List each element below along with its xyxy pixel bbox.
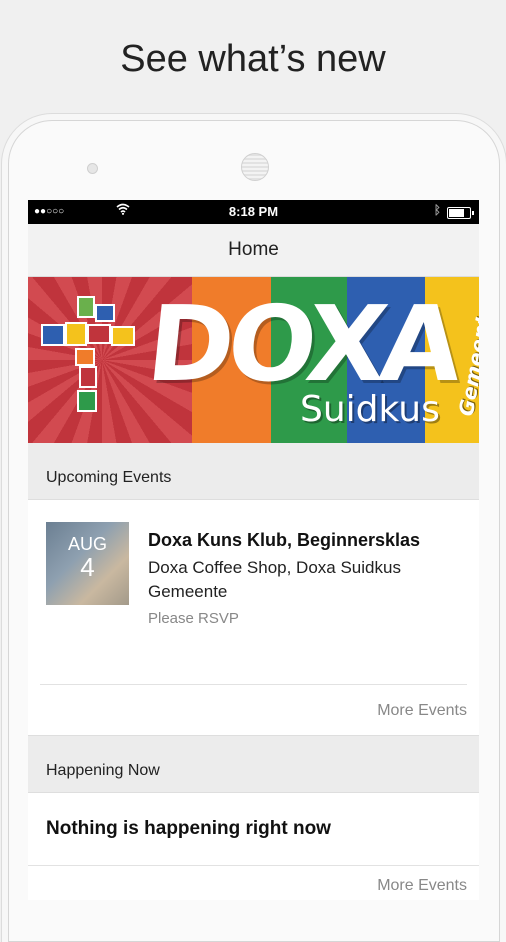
front-camera bbox=[87, 163, 98, 174]
bluetooth-icon: ᛒ bbox=[433, 203, 441, 217]
earpiece-speaker bbox=[241, 153, 269, 181]
happening-now-card: Nothing is happening right now More Even… bbox=[28, 792, 479, 900]
event-list-item[interactable]: AUG 4 Doxa Kuns Klub, Beginnersklas Doxa… bbox=[28, 500, 479, 684]
event-day: 4 bbox=[80, 552, 95, 582]
status-bar: ●●○○○ 8:18 PM ᛒ bbox=[28, 200, 479, 224]
nav-bar: Home bbox=[28, 224, 479, 277]
banner-brand: DOXA bbox=[141, 283, 463, 405]
event-thumbnail: AUG 4 bbox=[46, 522, 129, 605]
page-headline: See what’s new bbox=[120, 38, 386, 80]
status-time: 8:18 PM bbox=[228, 204, 279, 219]
mosaic-cross-icon bbox=[41, 296, 135, 412]
event-title: Doxa Kuns Klub, Beginnersklas bbox=[148, 530, 421, 550]
section-header-happening: Happening Now bbox=[28, 736, 479, 792]
section-header-upcoming: Upcoming Events bbox=[28, 443, 479, 499]
happening-empty-text: Nothing is happening right now bbox=[46, 818, 331, 839]
battery-icon bbox=[447, 207, 474, 219]
banner-subtitle: Suidkus bbox=[300, 389, 440, 430]
section-title-upcoming: Upcoming Events bbox=[46, 469, 172, 486]
event-details: Doxa Kuns Klub, Beginnersklas Doxa Coffe… bbox=[148, 522, 467, 660]
upcoming-events-card: AUG 4 Doxa Kuns Klub, Beginnersklas Doxa… bbox=[28, 499, 479, 736]
more-events-link[interactable]: More Events bbox=[28, 685, 479, 735]
event-location: Doxa Coffee Shop, Doxa Suidkus Gemeente bbox=[148, 558, 401, 601]
more-events-link-2[interactable]: More Events bbox=[28, 865, 479, 900]
event-note: Please RSVP bbox=[148, 610, 239, 627]
nav-title: Home bbox=[228, 239, 279, 260]
phone-screen: ●●○○○ 8:18 PM ᛒ Home DOXA Suidkus Gemeen… bbox=[28, 200, 479, 900]
section-title-happening: Happening Now bbox=[46, 762, 160, 779]
church-banner[interactable]: DOXA Suidkus Gemeente bbox=[28, 277, 479, 443]
